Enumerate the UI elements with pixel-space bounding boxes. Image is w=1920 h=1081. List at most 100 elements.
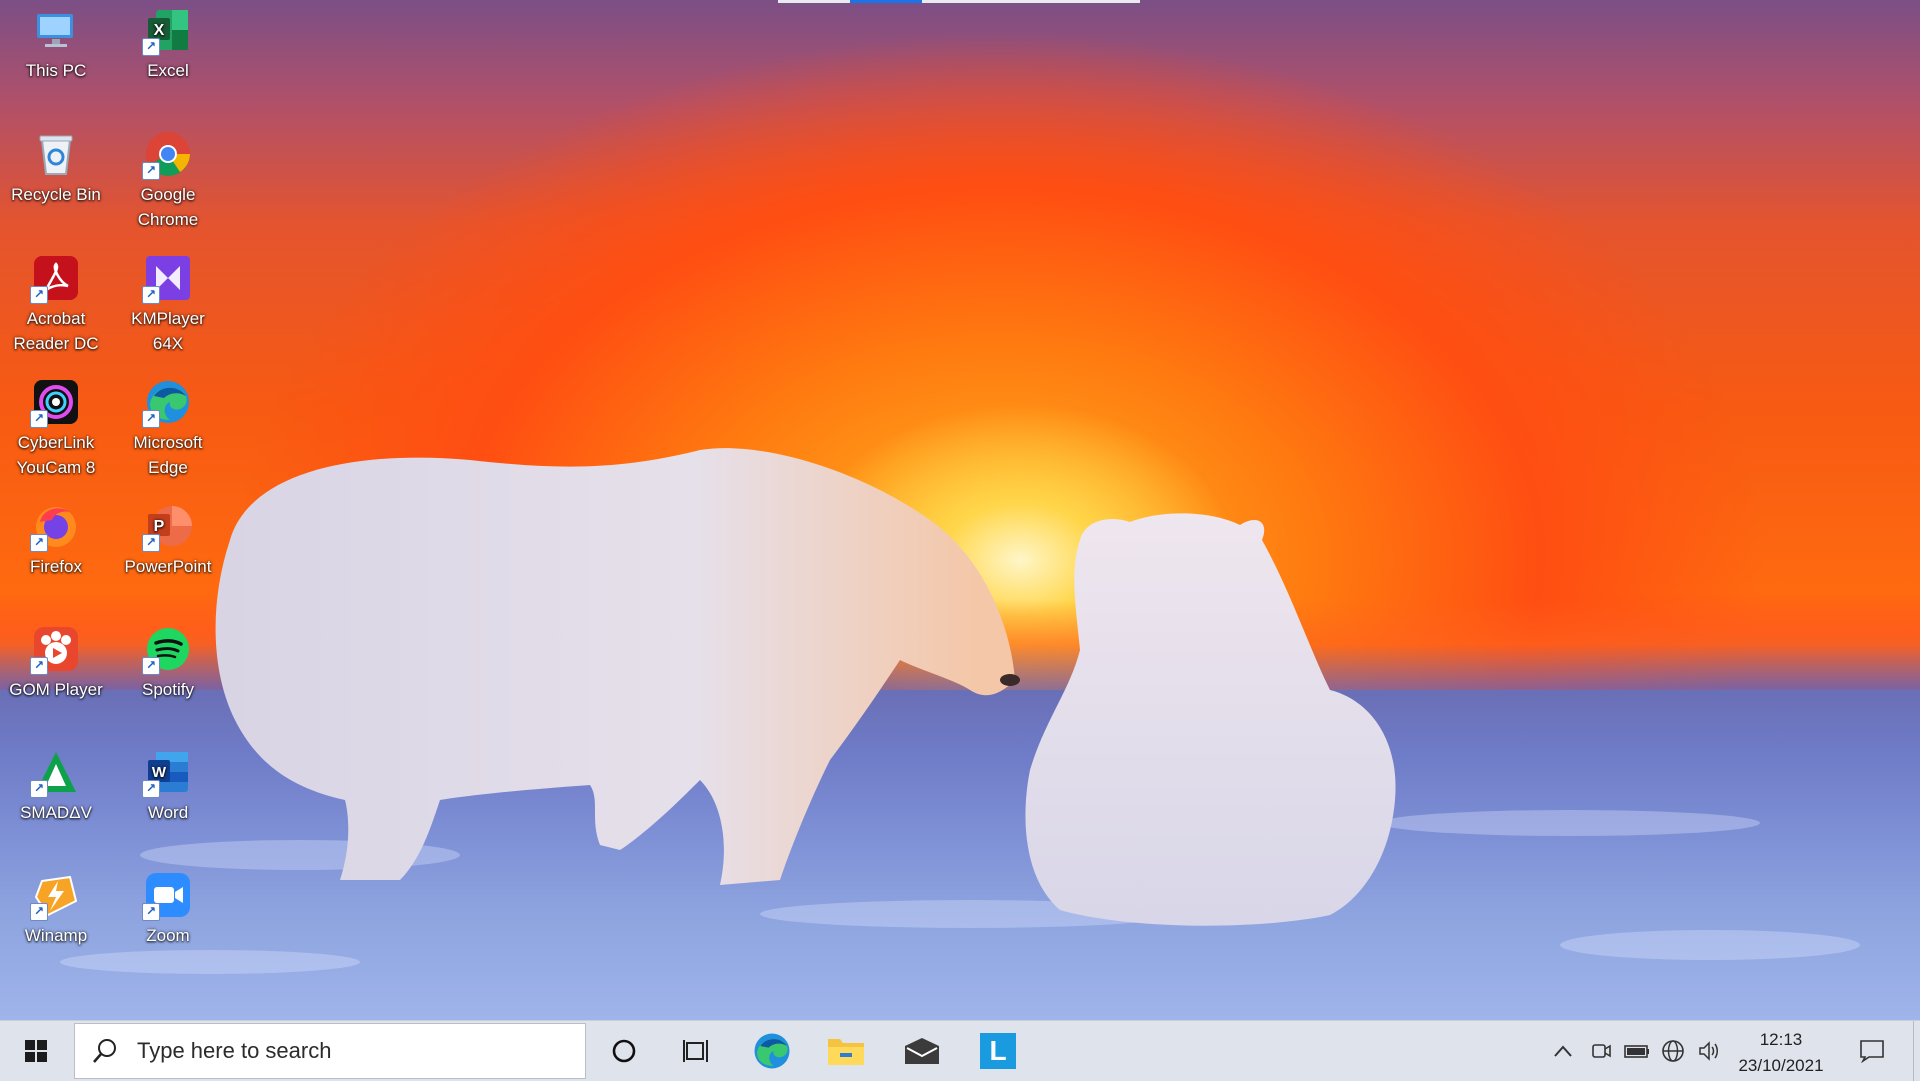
desktop-icon-firefox[interactable]: ↗ Firefox <box>0 496 112 579</box>
clock-time: 12:13 <box>1759 1030 1803 1049</box>
task-view-icon <box>683 1040 708 1062</box>
polar-bears-image <box>215 448 1396 926</box>
cortana-icon <box>612 1039 636 1063</box>
shortcut-arrow-icon: ↗ <box>142 534 160 552</box>
clock-date: 23/10/2021 <box>1738 1056 1824 1075</box>
svg-text:X: X <box>154 22 165 39</box>
shortcut-arrow-icon: ↗ <box>142 38 160 56</box>
taskbar-edge-button[interactable] <box>742 1021 802 1081</box>
desktop-icon-gom-player[interactable]: ↗ GOM Player <box>0 619 112 702</box>
desktop-icon-label: This PC <box>25 61 87 80</box>
show-desktop-button[interactable] <box>1913 1021 1920 1081</box>
tray-volume-button[interactable] <box>1692 1037 1726 1065</box>
desktop-icon-microsoft-edge[interactable]: ↗ Microsoft Edge <box>112 372 224 480</box>
notification-icon <box>1860 1040 1884 1063</box>
word-icon: W ↗ <box>142 748 192 798</box>
this-pc-icon <box>32 6 80 54</box>
desktop-icon-powerpoint[interactable]: P ↗ PowerPoint <box>112 496 224 579</box>
youcam-icon: ↗ <box>30 378 80 428</box>
shortcut-arrow-icon: ↗ <box>142 162 160 180</box>
desktop-icon-smadav[interactable]: ↗ SMADΔV <box>0 742 112 825</box>
tray-meet-now-button[interactable] <box>1586 1037 1616 1065</box>
show-hidden-icons-button[interactable] <box>1548 1037 1578 1065</box>
windows-logo-icon <box>25 1040 47 1062</box>
desktop-icon-label: CyberLink <box>17 433 95 452</box>
speaker-icon <box>1699 1041 1718 1061</box>
desktop-icon-label: Chrome <box>137 210 199 229</box>
desktop-icon-google-chrome[interactable]: ↗ Google Chrome <box>112 124 224 232</box>
desktop-icon-excel[interactable]: X ↗ Excel <box>112 0 224 83</box>
desktop-icon-label: PowerPoint <box>124 557 212 576</box>
desktop-icon-label: GOM Player <box>9 680 103 699</box>
firefox-icon: ↗ <box>30 502 80 552</box>
kmplayer-icon: ↗ <box>142 254 192 304</box>
shortcut-arrow-icon: ↗ <box>30 903 48 921</box>
shortcut-arrow-icon: ↗ <box>142 286 160 304</box>
taskbar-search-box[interactable]: Type here to search <box>74 1023 586 1079</box>
taskbar-file-explorer-button[interactable] <box>816 1021 876 1081</box>
shortcut-arrow-icon: ↗ <box>30 657 48 675</box>
desktop-icon-label: YouCam 8 <box>16 458 96 477</box>
desktop-icon-zoom[interactable]: ↗ Zoom <box>112 865 224 948</box>
shortcut-arrow-icon: ↗ <box>30 534 48 552</box>
desktop-wallpaper: This PC X ↗ Excel Recycle Bin ↗ Google C… <box>0 0 1920 1020</box>
desktop-icon-label: Edge <box>148 458 188 477</box>
start-button[interactable] <box>0 1021 72 1081</box>
zoom-icon: ↗ <box>142 871 192 921</box>
acrobat-icon: ↗ <box>30 254 80 304</box>
cortana-button[interactable] <box>594 1021 654 1081</box>
winamp-icon: ↗ <box>30 871 80 921</box>
desktop-icon-label: 64X <box>152 334 184 353</box>
edge-icon <box>754 1033 790 1069</box>
desktop-icon-label: Word <box>147 803 189 822</box>
desktop-icon-recycle-bin[interactable]: Recycle Bin <box>0 124 112 207</box>
shortcut-arrow-icon: ↗ <box>30 286 48 304</box>
desktop-icon-cyberlink-youcam[interactable]: ↗ CyberLink YouCam 8 <box>0 372 112 480</box>
file-explorer-icon <box>828 1039 864 1065</box>
shortcut-arrow-icon: ↗ <box>142 903 160 921</box>
smadav-icon: ↗ <box>30 748 80 798</box>
desktop-icon-label: Excel <box>147 61 189 80</box>
top-indicator-segment <box>778 0 850 3</box>
chevron-up-icon <box>1554 1045 1572 1057</box>
spotify-icon: ↗ <box>142 625 192 675</box>
tray-network-button[interactable] <box>1656 1037 1690 1065</box>
chrome-icon: ↗ <box>142 130 192 180</box>
taskbar-mail-button[interactable] <box>892 1021 952 1081</box>
desktop-icon-label: Recycle Bin <box>11 185 101 204</box>
recycle-bin-icon <box>32 130 80 178</box>
gom-player-icon: ↗ <box>30 625 80 675</box>
powerpoint-icon: P ↗ <box>142 502 192 552</box>
action-center-button[interactable] <box>1852 1037 1892 1065</box>
desktop-icon-label: Firefox <box>30 557 82 576</box>
excel-icon: X ↗ <box>142 6 192 56</box>
desktop-icon-acrobat-reader[interactable]: ↗ Acrobat Reader DC <box>0 248 112 356</box>
desktop-icon-kmplayer[interactable]: ↗ KMPlayer 64X <box>112 248 224 356</box>
tray-clock[interactable]: 12:13 23/10/2021 <box>1726 1027 1836 1079</box>
svg-text:P: P <box>154 518 165 535</box>
taskbar-l-app-button[interactable]: L <box>968 1021 1028 1081</box>
top-indicator-segment <box>922 0 1140 3</box>
desktop-icon-label: Microsoft <box>133 433 203 452</box>
top-indicator-active-segment <box>850 0 922 3</box>
desktop-icon-this-pc[interactable]: This PC <box>0 0 112 83</box>
shortcut-arrow-icon: ↗ <box>142 410 160 428</box>
desktop-icon-label: Reader DC <box>13 334 99 353</box>
edge-icon: ↗ <box>142 378 192 428</box>
taskbar: Type here to search L 12:13 23/10/2021 <box>0 1020 1920 1081</box>
tray-battery-button[interactable] <box>1620 1037 1654 1065</box>
search-icon <box>93 1039 116 1063</box>
desktop-icon-winamp[interactable]: ↗ Winamp <box>0 865 112 948</box>
task-view-button[interactable] <box>666 1021 726 1081</box>
desktop-icon-label: Google <box>140 185 196 204</box>
desktop-icon-label: KMPlayer <box>131 309 205 328</box>
shortcut-arrow-icon: ↗ <box>142 657 160 675</box>
shortcut-arrow-icon: ↗ <box>142 780 160 798</box>
meet-now-icon <box>1592 1044 1611 1058</box>
svg-text:W: W <box>152 764 167 781</box>
desktop-icon-label: SMADΔV <box>20 803 92 822</box>
shortcut-arrow-icon: ↗ <box>30 410 48 428</box>
desktop-icon-spotify[interactable]: ↗ Spotify <box>112 619 224 702</box>
l-app-icon: L <box>980 1033 1016 1069</box>
desktop-icon-word[interactable]: W ↗ Word <box>112 742 224 825</box>
